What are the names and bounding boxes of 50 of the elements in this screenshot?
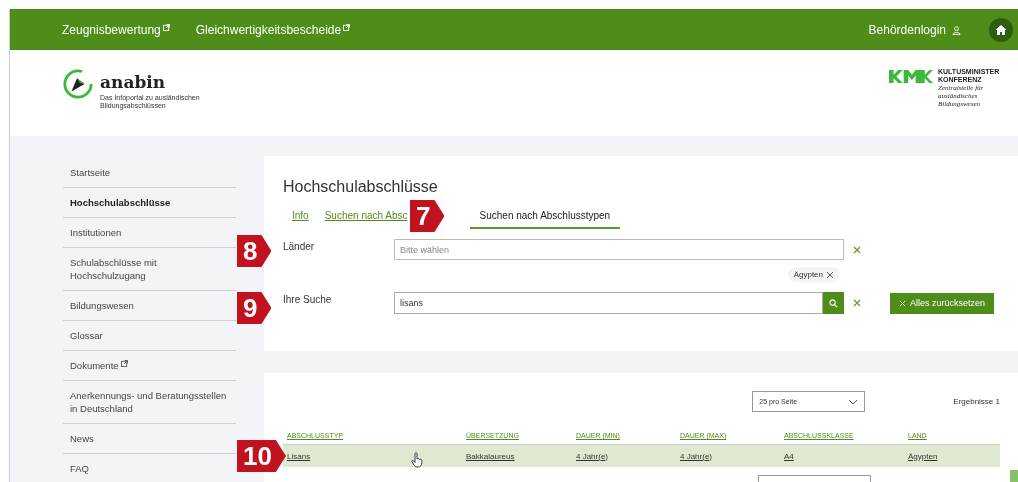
sidebar-item[interactable]: News [63,424,236,454]
remove-icon[interactable] [826,270,834,279]
sidebar-item[interactable]: Glossar [63,321,236,351]
search-button[interactable] [823,292,844,314]
chevron-down-icon [848,398,859,405]
sidebar-item[interactable]: Schulabschlüsse mit Hochschulzugang [63,248,236,291]
sidebar-item[interactable]: Anerkennungs- und Beratungsstellen in Deutschland [63,381,236,424]
sidebar-item[interactable]: FAQ [63,454,236,482]
step-badge: 7 [410,200,445,232]
table-row[interactable]: Lisans Bakkalaureus 4 Jahr(e) 4 Jahr(e) A4 Ägypten [283,445,1000,467]
sidebar-item[interactable]: Dokumente [63,351,236,381]
close-icon [899,299,906,307]
home-icon [995,23,1007,36]
clear-icon[interactable] [853,299,861,307]
country-chip[interactable]: Ägypten [787,267,840,282]
search-field[interactable]: lisans [394,292,823,314]
table-cell[interactable]: A4 [784,451,908,461]
home-button[interactable] [989,17,1013,42]
table-cell[interactable]: Lisans [287,451,466,461]
clear-icon[interactable] [853,245,861,254]
table-cell[interactable]: 4 Jahr(e) [680,451,784,461]
sidebar-item[interactable]: Startseite [63,158,236,188]
field-label: Länder [283,240,316,254]
user-icon [952,25,961,35]
tab[interactable]: Suchen nach Absc [324,210,408,229]
sidebar-item[interactable]: Institutionen [63,218,236,248]
sidebar-item[interactable]: Bildungswesen [63,291,236,321]
nav-link[interactable]: Gleichwertigkeitsbescheide [195,22,351,37]
table-cell[interactable]: Bakkalaureus [466,451,576,461]
nav-link[interactable]: Zeugnisbewertung [62,22,170,37]
page-title: Hochschulabschlüsse [283,178,439,196]
table-cell[interactable]: 4 Jahr(e) [576,451,680,461]
hand-cursor-icon [411,452,423,468]
scroll-thumb[interactable] [1010,470,1018,482]
tab[interactable]: Info [292,210,309,229]
search-icon [829,298,838,308]
step-badge: 10 [237,440,286,472]
country-select-field[interactable]: Bitte wählen [394,239,844,260]
field-label: Ihre Suche [283,293,333,307]
compass-logo-icon [62,68,94,100]
table-cell[interactable]: Ägypten [908,451,996,461]
reset-button[interactable]: Alles zurücksetzen [890,292,995,314]
login-link[interactable]: Behördenlogin [868,22,961,37]
result-count: Ergebnisse 1 [953,397,1000,406]
sidebar-item[interactable]: Hochschulabschlüsse [63,188,236,218]
step-badge: 8 [237,235,272,267]
kmk-logo-icon [889,70,933,83]
tab[interactable]: Suchen nach Abschlusstypen [469,210,621,229]
logo-name: anabin [100,72,167,92]
step-badge: 9 [237,292,272,324]
